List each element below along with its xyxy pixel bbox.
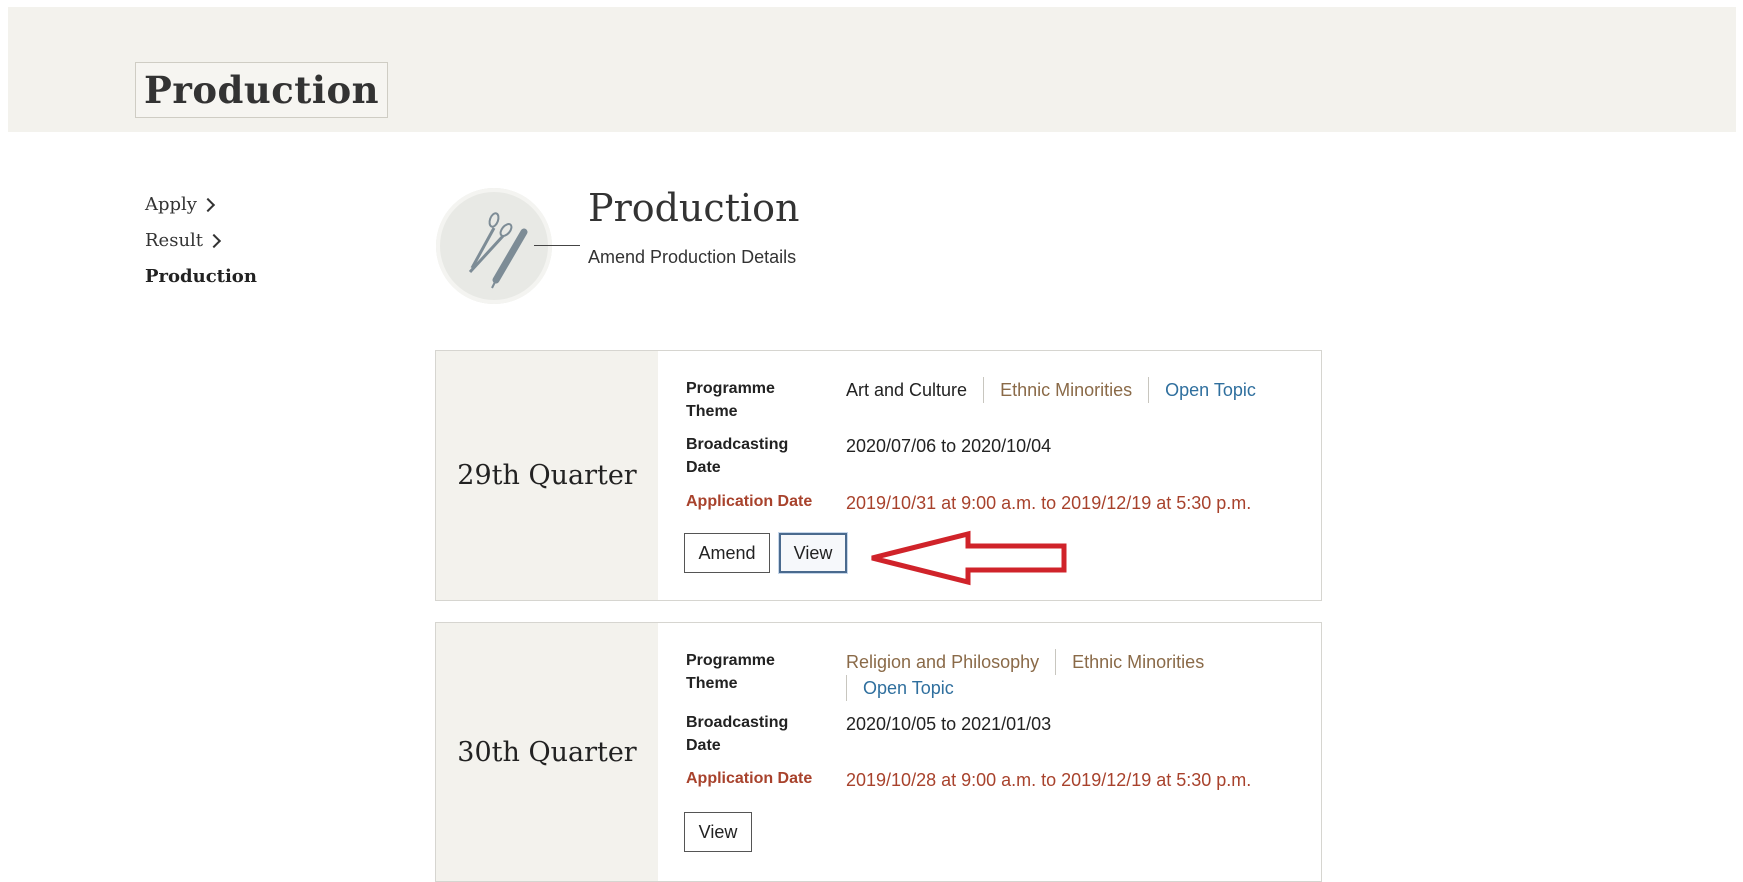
broadcasting-date-label: Broadcasting Date xyxy=(686,436,789,476)
broadcasting-date-value: 2020/07/06 to 2020/10/04 xyxy=(846,436,1052,456)
theme-list: Art and Culture Ethnic Minorities Open T… xyxy=(846,377,1306,403)
banner-title: Production xyxy=(135,62,389,118)
programme-theme-label: Programme Theme xyxy=(686,652,775,692)
theme-link[interactable]: Religion and Philosophy xyxy=(846,649,1055,675)
scissors-pen-icon xyxy=(436,188,552,304)
annotation-arrow-icon xyxy=(871,530,1067,586)
amend-button[interactable]: Amend xyxy=(684,533,770,573)
theme-link[interactable]: Ethnic Minorities xyxy=(1055,649,1220,675)
broadcasting-date-value: 2020/10/05 to 2021/01/03 xyxy=(846,714,1052,734)
theme-link[interactable]: Art and Culture xyxy=(846,377,983,403)
sidebar-item-label: Result xyxy=(145,229,204,251)
sidebar-item-label: Production xyxy=(145,265,257,287)
programme-theme-label: Programme Theme xyxy=(686,380,775,420)
view-button[interactable]: View xyxy=(779,533,847,573)
sidebar-item-production[interactable]: Production xyxy=(145,258,257,294)
sidebar-item-label: Apply xyxy=(145,193,197,215)
page-title: Production xyxy=(588,186,800,230)
quarter-card: 30th Quarter Programme Theme Religion an… xyxy=(435,622,1322,882)
theme-link[interactable]: Open Topic xyxy=(846,675,970,701)
sidebar-item-apply[interactable]: Apply xyxy=(145,186,257,222)
header-connector-line xyxy=(534,245,580,246)
side-navigation: Apply Result Production xyxy=(145,186,257,294)
quarter-title: 29th Quarter xyxy=(436,351,658,600)
quarter-title: 30th Quarter xyxy=(436,623,658,881)
application-date-value: 2019/10/31 at 9:00 a.m. to 2019/12/19 at… xyxy=(846,493,1252,513)
theme-link[interactable]: Ethnic Minorities xyxy=(983,377,1148,403)
broadcasting-date-label: Broadcasting Date xyxy=(686,714,789,754)
chevron-right-icon xyxy=(200,197,216,212)
application-date-value: 2019/10/28 at 9:00 a.m. to 2019/12/19 at… xyxy=(846,770,1252,790)
view-button[interactable]: View xyxy=(684,812,752,852)
theme-list: Religion and Philosophy Ethnic Minoritie… xyxy=(846,649,1306,701)
chevron-right-icon xyxy=(206,233,222,248)
page-banner: Production xyxy=(8,7,1736,132)
page-subtitle: Amend Production Details xyxy=(588,247,797,267)
theme-link[interactable]: Open Topic xyxy=(1148,377,1272,403)
application-date-label: Application Date xyxy=(686,770,813,787)
application-date-label: Application Date xyxy=(686,493,813,510)
sidebar-item-result[interactable]: Result xyxy=(145,222,257,258)
